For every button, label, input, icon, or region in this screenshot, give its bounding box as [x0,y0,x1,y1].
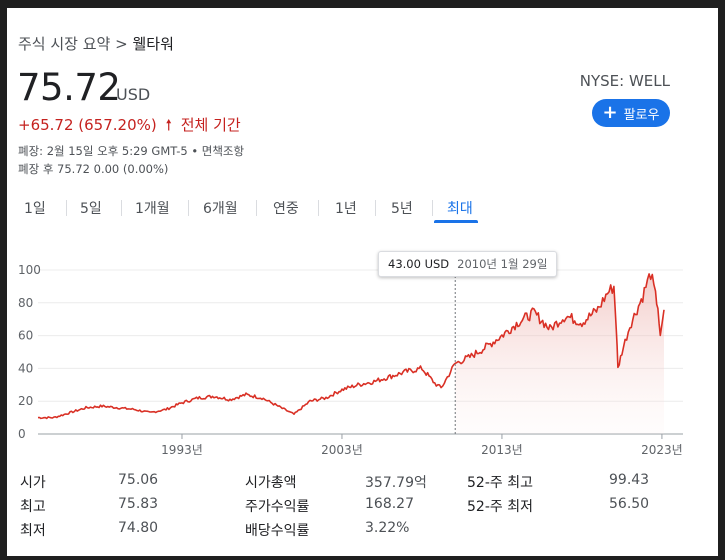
stat-52w-high-value: 99.43 [609,472,650,488]
tab-5d[interactable]: 5일 [80,198,102,218]
stat-market-cap-label: 시가총액 [245,475,297,491]
stat-52w-low-label: 52-주 최저 [467,499,533,515]
stat-52w-high-label: 52-주 최고 [467,475,533,491]
y-tick-label: 80 [18,296,33,310]
breadcrumb-separator: > [115,35,128,53]
follow-button-label: 팔로우 [623,107,660,123]
tab-ytd[interactable]: 연중 [273,198,299,218]
stat-open-value: 75.06 [118,472,159,488]
x-tick-label: 2013년 [481,443,523,457]
price-area-fill [455,273,664,434]
range-tabs: 1일 5일 1개월 6개월 연중 1년 5년 최대 [7,194,527,224]
tab-5y[interactable]: 5년 [391,198,413,218]
stat-pe-ratio-label: 주가수익률 [245,499,310,515]
stock-summary-card: 주식 시장 요약 > 웰타워 75.72 USD +65.72 (657.20%… [7,8,718,556]
ticker-symbol: NYSE: WELL [579,72,670,90]
tab-max[interactable]: 최대 [447,198,473,218]
tab-divider [256,200,257,216]
after-hours-info: 폐장 후 75.72 0.00 (0.00%) [18,162,169,176]
stat-dividend-yield-label: 배당수익률 [245,523,310,539]
follow-button[interactable]: + 팔로우 [592,99,670,127]
stat-low-value: 74.80 [118,520,159,536]
currency-code: USD [116,85,151,104]
tab-divider [432,200,433,216]
breadcrumb-current: 웰타워 [132,35,174,53]
y-axis-ticks: 0 20 40 60 80 100 [18,263,41,441]
tab-1y[interactable]: 1년 [335,198,357,218]
arrow-up-icon: 🠕 [165,116,172,134]
tab-1m[interactable]: 1개월 [135,198,170,218]
stat-high-label: 최고 [20,499,46,515]
tab-divider [318,200,319,216]
stat-market-cap-value: 357.79억 [365,475,427,491]
y-tick-label: 100 [18,263,41,277]
tab-divider [66,200,67,216]
tab-divider [121,200,122,216]
plus-icon: + [602,102,618,123]
stat-low-label: 최저 [20,523,46,539]
stat-dividend-yield-value: 3.22% [365,520,410,536]
stat-open-label: 시가 [20,475,46,491]
breadcrumb: 주식 시장 요약 > 웰타워 [18,33,174,54]
tab-1d[interactable]: 1일 [24,198,46,218]
current-price: 75.72 [17,66,121,109]
x-axis-ticks: 1993년 2003년 2013년 2023년 [161,434,683,457]
x-tick-label: 2003년 [321,443,363,457]
y-tick-label: 40 [18,361,33,375]
x-tick-label: 2023년 [641,443,683,457]
tab-divider [188,200,189,216]
stat-pe-ratio-value: 168.27 [365,496,414,512]
tooltip-date: 2010년 1월 29일 [457,257,548,271]
price-change-period: 전체 기간 [180,116,241,134]
price-change-value: +65.72 (657.20%) [18,116,157,134]
breadcrumb-parent[interactable]: 주식 시장 요약 [18,35,110,53]
x-tick-label: 1993년 [161,443,203,457]
tab-divider [375,200,376,216]
close-info: 폐장: 2월 15일 오후 5:29 GMT-5 • 면책조항 [18,144,245,158]
price-change: +65.72 (657.20%) 🠕 전체 기간 [18,114,241,140]
stat-52w-low-value: 56.50 [609,496,650,512]
stat-high-value: 75.83 [118,496,159,512]
y-tick-label: 60 [18,329,33,343]
tab-6m[interactable]: 6개월 [203,198,238,218]
chart-tooltip: 43.00 USD 2010년 1월 29일 [378,251,558,277]
y-tick-label: 0 [18,427,26,441]
tooltip-price: 43.00 USD [388,257,450,271]
y-tick-label: 20 [18,394,33,408]
active-tab-indicator [434,220,478,223]
price-chart[interactable]: 0 20 40 60 80 100 1993년 2003년 2013년 2023년 [7,248,718,468]
